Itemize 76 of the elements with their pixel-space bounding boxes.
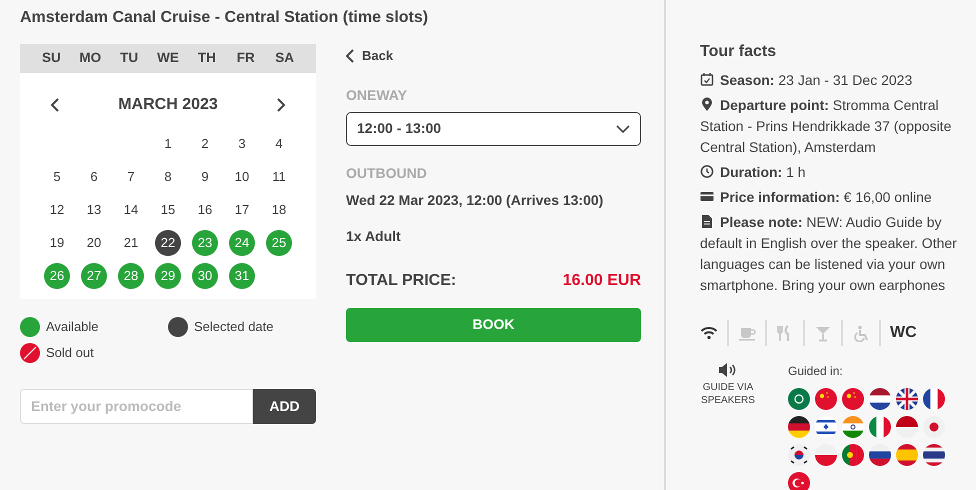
outbound-label: OUTBOUND [346, 164, 428, 182]
fact-text: Please note: NEW: Audio Guide by default in English over the speaker. Other languages can be listened via your own smartphone. Bring your own earphones [700, 213, 958, 295]
calendar-day[interactable]: 22 [155, 230, 181, 256]
back-button[interactable]: Back [346, 46, 394, 66]
section-title: Tour facts [700, 42, 778, 62]
previous-month-icon[interactable] [50, 97, 60, 113]
flag-icon [815, 388, 837, 410]
flag-icon [896, 416, 918, 438]
flag-icon [896, 444, 918, 466]
calendar-day[interactable]: 4 [266, 131, 292, 157]
calendar-day[interactable]: 17 [229, 197, 255, 223]
clock-icon [700, 164, 714, 179]
flag-icon [788, 444, 810, 466]
flag-icon [788, 416, 810, 438]
calendar-day[interactable]: 5 [44, 164, 70, 190]
guide-via-speakers-label: GUIDE VIA SPEAKERS [700, 381, 756, 407]
flag-icon [923, 388, 945, 410]
flag-icon [869, 416, 891, 438]
document-icon [700, 214, 714, 229]
total-price-label: TOTAL PRICE: [346, 270, 456, 290]
flag-icon [842, 388, 864, 410]
weekday-header: SU MO TU WE TH FR SA [20, 44, 316, 73]
flag-icon [842, 444, 864, 466]
calendar-day[interactable]: 8 [155, 164, 181, 190]
flag-icon [923, 444, 945, 466]
flag-icon [842, 416, 864, 438]
fact-text: Price information: € 16,00 online [700, 187, 976, 208]
calendar-day[interactable]: 15 [155, 197, 181, 223]
month-title: MARCH 2023 [118, 95, 218, 115]
flag-icon [815, 444, 837, 466]
outbound-details: Wed 22 Mar 2023, 12:00 (Arrives 13:00) [346, 190, 604, 210]
calendar-icon [700, 72, 714, 87]
calendar-day[interactable]: 1 [155, 131, 181, 157]
fact-text: Duration: 1 h [700, 162, 976, 183]
fact-text: Departure point: Stromma Central Station - Prins Hendrikkade 37 (opposite Central Station), Amsterdam [700, 96, 952, 157]
calendar-day[interactable]: 11 [266, 164, 292, 190]
flag-icon [896, 388, 918, 410]
calendar-day[interactable]: 9 [192, 164, 218, 190]
flag-icon [869, 388, 891, 410]
flag-icon [788, 388, 810, 410]
flag-icon [815, 416, 837, 438]
promocode-field[interactable]: Enter your promocode [20, 389, 253, 424]
calendar-day[interactable]: 6 [81, 164, 107, 190]
calendar-day[interactable]: 7 [118, 164, 144, 190]
flag-icon [869, 444, 891, 466]
add-button[interactable]: ADD [253, 389, 316, 424]
passenger-count: 1x Adult [346, 226, 402, 246]
page-title: Amsterdam Canal Cruise - Central Station (time slots) [20, 8, 430, 28]
back-icon [346, 48, 354, 63]
flag-icon [788, 472, 810, 490]
legend-label: Selected date [194, 318, 274, 336]
calendar-day[interactable]: 10 [229, 164, 255, 190]
flag-icon [923, 416, 945, 438]
calendar-day[interactable]: 21 [118, 230, 144, 256]
card-icon [700, 189, 714, 204]
pin-icon [700, 97, 714, 112]
calendar-day[interactable]: 19 [44, 230, 70, 256]
calendar-day[interactable]: 13 [81, 197, 107, 223]
trip-type-label: ONEWAY [346, 86, 408, 104]
calendar-day[interactable]: 12 [44, 197, 70, 223]
chevron-down-icon [616, 124, 630, 132]
legend-label: Available [46, 318, 99, 336]
calendar-day[interactable]: 3 [229, 131, 255, 157]
speaker-icon [718, 362, 738, 378]
time-slot-dropdown[interactable]: 12:00 - 13:00 [346, 112, 641, 146]
fact-text: Season: 23 Jan - 31 Dec 2023 [700, 70, 976, 91]
calendar-day[interactable]: 18 [266, 197, 292, 223]
guided-in-label: Guided in: [788, 363, 844, 380]
calendar-day[interactable]: 14 [118, 197, 144, 223]
calendar-day[interactable]: 16 [192, 197, 218, 223]
total-price: 16.00 EUR [562, 270, 641, 290]
next-month-icon[interactable] [276, 97, 286, 113]
calendar-day[interactable]: 2 [192, 131, 218, 157]
wc-label: WC [890, 323, 917, 343]
legend-label: Sold out [46, 344, 94, 362]
calendar-day[interactable]: 20 [81, 230, 107, 256]
